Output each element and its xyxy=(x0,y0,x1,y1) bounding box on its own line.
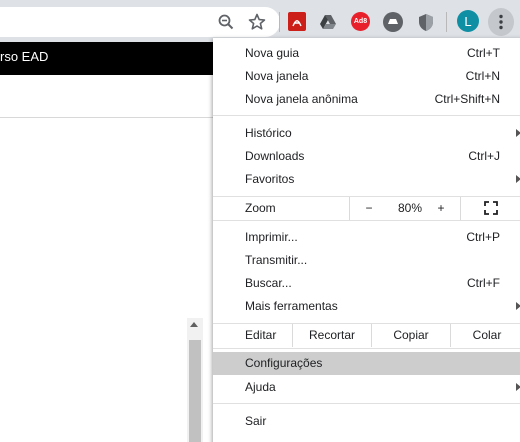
pdf-extension-icon[interactable] xyxy=(288,12,306,31)
paste-button[interactable]: Colar xyxy=(450,324,520,347)
profile-avatar[interactable]: L xyxy=(457,10,479,32)
hat-extension-icon[interactable] xyxy=(383,12,403,32)
shield-extension-icon[interactable] xyxy=(417,11,435,33)
zoom-in-button[interactable]: + xyxy=(434,201,448,215)
zoom-divider xyxy=(460,197,461,220)
menu-item-bookmarks[interactable]: Favoritos xyxy=(213,168,520,191)
adblock-extension-icon[interactable]: Ad8 xyxy=(351,12,370,31)
address-bar[interactable] xyxy=(0,7,280,37)
menu-item-find[interactable]: Buscar... Ctrl+F xyxy=(213,272,520,295)
cut-button[interactable]: Recortar xyxy=(292,324,371,347)
fullscreen-icon[interactable] xyxy=(484,201,500,215)
submenu-arrow-icon xyxy=(516,175,520,183)
menu-item-history[interactable]: Histórico xyxy=(213,122,520,145)
menu-item-more-tools[interactable]: Mais ferramentas xyxy=(213,295,520,318)
submenu-arrow-icon xyxy=(516,302,520,310)
bookmark-star-icon[interactable] xyxy=(247,12,267,32)
menu-edit-row: Editar Recortar Copiar Colar xyxy=(213,324,520,347)
drive-extension-icon[interactable] xyxy=(318,12,338,32)
menu-item-cast[interactable]: Transmitir... xyxy=(213,249,520,272)
zoom-icon[interactable] xyxy=(216,12,236,32)
page-banner-title: rso EAD xyxy=(0,49,49,64)
menu-item-new-tab[interactable]: Nova guia Ctrl+T xyxy=(213,42,520,65)
menu-item-help[interactable]: Ajuda xyxy=(213,376,520,399)
zoom-controls: − 80% + xyxy=(349,197,520,220)
scrollbar-thumb[interactable] xyxy=(189,340,201,442)
menu-separator xyxy=(213,403,520,404)
toolbar-divider xyxy=(279,12,280,32)
menu-item-incognito-window[interactable]: Nova janela anônima Ctrl+Shift+N xyxy=(213,88,520,111)
menu-item-downloads[interactable]: Downloads Ctrl+J xyxy=(213,145,520,168)
zoom-out-button[interactable]: − xyxy=(362,201,376,215)
toolbar-divider xyxy=(446,12,447,32)
menu-zoom-row: Zoom − 80% + xyxy=(213,197,520,220)
menu-separator xyxy=(213,220,520,221)
menu-separator xyxy=(213,115,520,116)
chrome-menu-icon[interactable] xyxy=(488,8,514,36)
scroll-up-arrow-icon[interactable] xyxy=(190,322,198,327)
zoom-level-value: 80% xyxy=(397,201,423,215)
menu-separator xyxy=(213,348,520,349)
page-header-banner: rso EAD xyxy=(0,42,214,75)
menu-item-settings[interactable]: Configurações xyxy=(213,352,520,375)
chrome-main-menu: Nova guia Ctrl+T Nova janela Ctrl+N Nova… xyxy=(213,38,520,442)
browser-toolbar: Ad8 L xyxy=(0,0,520,42)
adblock-label: Ad8 xyxy=(353,18,368,25)
profile-initial: L xyxy=(464,13,472,29)
menu-item-exit[interactable]: Sair xyxy=(213,410,520,433)
submenu-arrow-icon xyxy=(516,383,520,391)
menu-item-new-window[interactable]: Nova janela Ctrl+N xyxy=(213,65,520,88)
copy-button[interactable]: Copiar xyxy=(371,324,450,347)
page-divider xyxy=(0,117,214,118)
browser-window: Ad8 L rso EAD Nova guia Ctrl+T Nova jane… xyxy=(0,0,520,442)
submenu-arrow-icon xyxy=(516,129,520,137)
menu-item-print[interactable]: Imprimir... Ctrl+P xyxy=(213,226,520,249)
